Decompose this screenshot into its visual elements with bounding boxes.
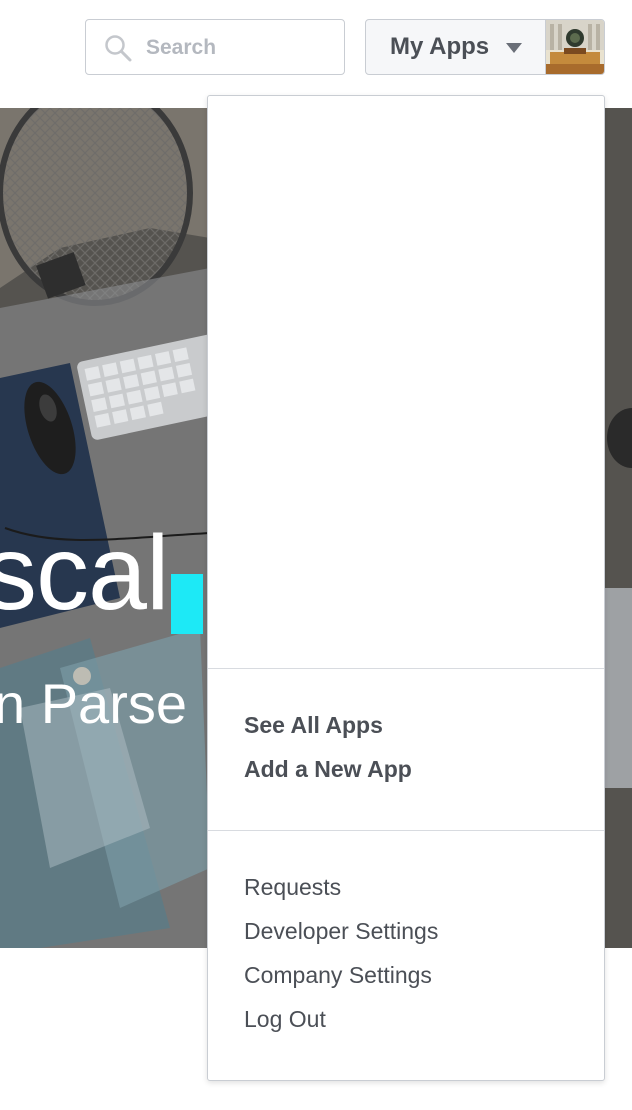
text-cursor-block [171,574,203,634]
see-all-apps-link[interactable]: See All Apps [244,712,383,739]
company-settings-link[interactable]: Company Settings [244,962,432,989]
add-new-app-link[interactable]: Add a New App [244,756,412,783]
search-icon [105,35,132,62]
requests-link[interactable]: Requests [244,874,341,901]
my-apps-label: My Apps [390,33,490,60]
search-input[interactable] [144,30,338,66]
apps-list-area [208,96,604,668]
developer-settings-link[interactable]: Developer Settings [244,918,438,945]
log-out-link[interactable]: Log Out [244,1006,326,1033]
dropdown-divider [208,830,604,831]
my-apps-button[interactable]: My Apps [365,19,605,75]
search-box[interactable] [85,19,345,75]
hero-subline: n Parse [0,676,187,732]
chevron-down-icon [506,43,522,53]
dropdown-divider [208,668,604,669]
avatar[interactable] [545,20,604,75]
my-apps-dropdown: See All Apps Add a New App Requests Deve… [207,95,605,1081]
